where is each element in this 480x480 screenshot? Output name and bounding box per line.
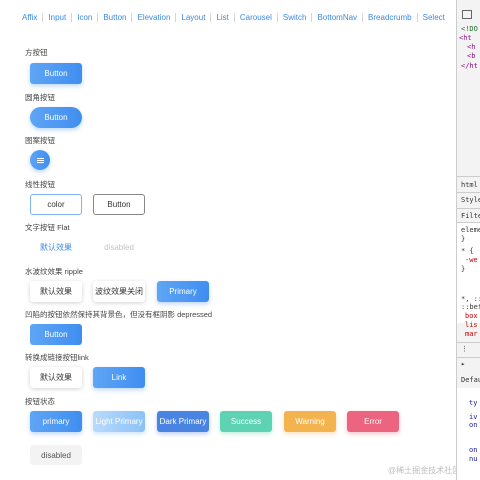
section-label-ripple: 水波纹效果 ripple xyxy=(25,267,83,276)
section-label-rounded: 圆角按钮 xyxy=(25,93,55,102)
dt-html-tab[interactable]: html xyxy=(461,181,478,189)
section-label-square: 方按钮 xyxy=(25,48,48,57)
section-label-icon: 图案按钮 xyxy=(25,136,55,145)
section-label-states: 按钮状态 xyxy=(25,397,55,406)
dt-console-nu: nu xyxy=(469,455,478,463)
state-disabled-button: disabled xyxy=(30,445,82,465)
rounded-button[interactable]: Button xyxy=(30,107,82,128)
outline-button[interactable]: Button xyxy=(93,194,145,215)
dt-star-rule: * { xyxy=(461,247,474,255)
dt-doctype: <!DO xyxy=(461,25,478,33)
section-label-flat: 文字按钮 Flat xyxy=(25,223,70,232)
ripple-primary-button[interactable]: Primary xyxy=(157,281,209,302)
nav-link-breadcrumb[interactable]: Breadcrumb xyxy=(363,13,418,22)
nav-link-input[interactable]: Input xyxy=(43,13,73,22)
dt-styles-tab[interactable]: Styles xyxy=(461,196,480,204)
outline-color-button[interactable]: color xyxy=(30,194,82,215)
nav-link-bottomnav[interactable]: BottomNav xyxy=(312,13,364,22)
top-nav: Affix Input Icon Button Elevation Layout List C… xyxy=(16,13,450,22)
dt-default-levels[interactable]: Defau xyxy=(461,376,480,384)
state-success-button[interactable]: Success xyxy=(220,411,272,432)
dt-html-close: </ht xyxy=(461,62,478,70)
devtools-panel: <!DO <ht <h <b </ht html Styles Filter e… xyxy=(456,0,480,480)
link-default-button[interactable]: 默认效果 xyxy=(30,367,82,388)
ripple-off-button[interactable]: 波纹效果关闭 xyxy=(93,281,145,302)
section-label-outline: 线性按钮 xyxy=(25,180,55,189)
demo-page: Affix Input Icon Button Elevation Layout List C… xyxy=(0,0,456,480)
nav-link-elevation[interactable]: Elevation xyxy=(132,13,177,22)
inspect-icon[interactable] xyxy=(462,10,472,19)
state-light-primary-button[interactable]: Light Primary xyxy=(93,411,145,432)
dt-star-before-rule: *, :: xyxy=(461,295,480,303)
kebab-icon[interactable]: ⋮ xyxy=(461,345,468,353)
state-dark-primary-button[interactable]: Dark Primary xyxy=(157,411,209,432)
console-icon[interactable]: ▸ xyxy=(461,360,465,368)
ripple-default-button[interactable]: 默认效果 xyxy=(30,281,82,302)
flat-disabled-button: disabled xyxy=(104,242,134,252)
link-button[interactable]: Link xyxy=(93,367,145,388)
dt-list-prop: lis xyxy=(465,321,478,329)
menu-icon xyxy=(36,157,44,163)
state-warning-button[interactable]: Warning xyxy=(284,411,336,432)
section-label-link: 转换成链接按钮link xyxy=(25,353,89,362)
depressed-button[interactable]: Button xyxy=(30,324,82,345)
dt-console-on-1: on xyxy=(469,421,478,429)
dt-before: ::bef xyxy=(461,303,480,311)
dt-head[interactable]: <h xyxy=(467,43,475,51)
section-label-depressed: 凹陷的按钮依然保持其背景色，但没有框阴影 depressed xyxy=(25,310,213,319)
state-error-button[interactable]: Error xyxy=(347,411,399,432)
nav-link-icon[interactable]: Icon xyxy=(72,13,99,22)
dt-webkit-prop: -we xyxy=(465,256,478,264)
dt-console-ty: ty xyxy=(469,399,478,407)
dt-margin-prop: mar xyxy=(465,330,478,338)
nav-link-list[interactable]: List xyxy=(211,13,235,22)
dt-html[interactable]: <ht xyxy=(459,34,472,42)
nav-link-switch[interactable]: Switch xyxy=(278,13,313,22)
dt-filter[interactable]: Filter xyxy=(461,212,480,220)
dt-brace-1: } xyxy=(461,235,466,243)
square-button[interactable]: Button xyxy=(30,63,82,84)
dt-brace-2: } xyxy=(461,265,466,273)
dt-element-style: eleme xyxy=(461,226,480,234)
dt-console-on-2: on xyxy=(469,446,478,454)
nav-link-affix[interactable]: Affix xyxy=(16,13,44,22)
flat-default-button[interactable]: 默认效果 xyxy=(30,237,82,257)
state-primary-button[interactable]: primary xyxy=(30,411,82,432)
nav-link-button[interactable]: Button xyxy=(98,13,133,22)
icon-button[interactable] xyxy=(30,150,50,170)
nav-link-select[interactable]: Select xyxy=(418,13,450,22)
watermark: @稀土掘金技术社区 xyxy=(388,466,456,475)
dt-body[interactable]: <b xyxy=(467,52,475,60)
nav-link-carousel[interactable]: Carousel xyxy=(235,13,278,22)
dt-box-prop: box xyxy=(465,312,478,320)
nav-link-layout[interactable]: Layout xyxy=(176,13,212,22)
dt-console-iv: iv xyxy=(469,413,478,421)
